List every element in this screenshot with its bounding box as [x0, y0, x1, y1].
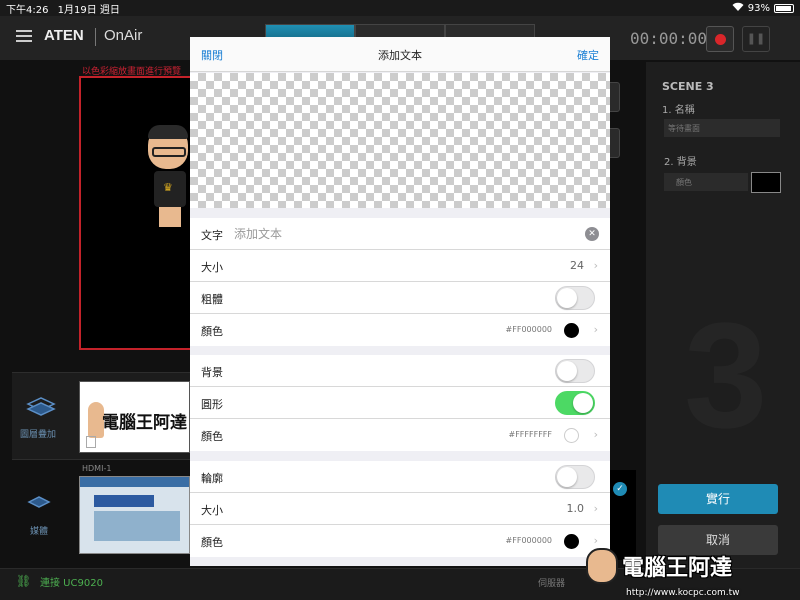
- layers-icon[interactable]: [22, 390, 60, 420]
- header-divider: [95, 28, 96, 46]
- outline-size-value: 1.0: [566, 502, 585, 515]
- outline-settings-group: 輪廓 大小 1.0 › 顏色 #FF000000 ›: [190, 461, 610, 557]
- execute-button[interactable]: 實行: [658, 484, 778, 514]
- status-time: 下午4:26: [6, 4, 49, 16]
- hdmi-thumbnail[interactable]: [79, 476, 190, 554]
- outline-toggle[interactable]: [555, 465, 595, 489]
- watermark-text: 電腦王阿達: [622, 556, 733, 581]
- background-row: 背景: [190, 355, 610, 387]
- background-color-swatch-dot: [564, 428, 579, 443]
- size-value: 24: [570, 259, 584, 272]
- battery-icon: [774, 3, 794, 13]
- chevron-right-icon: ›: [593, 259, 598, 272]
- chevron-right-icon: ›: [593, 534, 598, 547]
- bold-toggle[interactable]: [555, 286, 595, 310]
- battery-fill: [776, 5, 791, 11]
- outline-color-swatch: [564, 534, 579, 549]
- pause-button[interactable]: ❚❚: [742, 26, 770, 52]
- modal-nav-bar: 關閉 添加文本 確定: [190, 37, 610, 72]
- outline-size-row[interactable]: 大小 1.0 ›: [190, 493, 610, 525]
- scene-title: SCENE 3: [662, 80, 714, 93]
- checkmark-icon: ✓: [613, 482, 627, 496]
- background-toggle[interactable]: [555, 359, 595, 383]
- background-settings-group: 背景 圓形 顏色 #FFFFFFFF ›: [190, 355, 610, 451]
- media-label: 媒體: [30, 527, 49, 537]
- chevron-right-icon: ›: [593, 502, 598, 515]
- text-input[interactable]: [234, 225, 574, 243]
- link-icon: ⛓: [16, 574, 32, 588]
- background-type-select[interactable]: 顏色: [664, 173, 748, 191]
- modal-title: 添加文本: [378, 49, 422, 62]
- background-color-row[interactable]: 顏色 #FFFFFFFF ›: [190, 419, 610, 451]
- outline-color-row[interactable]: 顏色 #FF000000 ›: [190, 525, 610, 557]
- watermark-mascot: [586, 548, 618, 584]
- battery-percent: 93%: [747, 2, 770, 14]
- rounded-toggle[interactable]: [555, 391, 595, 415]
- record-timer: 00:00:00: [630, 29, 708, 48]
- hdmi-source-label: HDMI-1: [82, 464, 112, 473]
- scene-name-label: 1. 名稱: [662, 105, 695, 116]
- outline-color-hex: #FF000000: [505, 536, 552, 545]
- background-label: 背景: [201, 366, 223, 379]
- clear-text-icon[interactable]: ✕: [585, 227, 599, 241]
- wifi-icon: [732, 2, 744, 14]
- record-button[interactable]: [706, 26, 734, 52]
- rounded-row: 圓形: [190, 387, 610, 419]
- size-label: 大小: [201, 261, 223, 274]
- text-row: 文字 ✕: [190, 218, 610, 250]
- watermark-url: http://www.kocpc.com.tw: [626, 588, 740, 598]
- site-watermark: 電腦王阿達: [586, 548, 732, 584]
- text-settings-group: 文字 ✕ 大小 24 › 粗體 顏色 #FF000000 ›: [190, 218, 610, 346]
- background-color-swatch[interactable]: [751, 172, 781, 193]
- overlay-thumbnail-text: 電腦王阿達: [102, 413, 187, 433]
- add-text-modal: 關閉 添加文本 確定 文字 ✕ 大小 24 › 粗體 顏色 #FF000000 …: [190, 37, 610, 566]
- text-color-swatch: [564, 323, 579, 338]
- text-color-row[interactable]: 顏色 #FF000000 ›: [190, 314, 610, 346]
- background-color-hex: #FFFFFFFF: [508, 430, 552, 439]
- scene-name-input[interactable]: 等待畫面: [664, 119, 780, 137]
- modal-confirm-button[interactable]: 確定: [577, 47, 599, 63]
- chevron-right-icon: ›: [593, 428, 598, 441]
- hamburger-menu-icon[interactable]: [16, 30, 32, 42]
- status-right: 93%: [732, 2, 794, 14]
- product-name: OnAir: [104, 27, 143, 44]
- size-row[interactable]: 大小 24 ›: [190, 250, 610, 282]
- outline-row: 輪廓: [190, 461, 610, 493]
- outline-color-label: 顏色: [201, 536, 223, 549]
- mascot-avatar: ♛: [148, 125, 192, 230]
- background-color-label: 顏色: [201, 430, 223, 443]
- chevron-right-icon: ›: [593, 323, 598, 336]
- server-label: 伺服器: [538, 579, 566, 589]
- outline-label: 輪廓: [201, 472, 223, 485]
- bold-label: 粗體: [201, 293, 223, 306]
- status-bar: 下午4:26 1月19日 週日 93%: [0, 0, 800, 16]
- text-color-hex: #FF000000: [505, 325, 552, 334]
- scene-background-label: 2. 背景: [664, 157, 697, 168]
- layer-overlay-label: 圖層疊加: [20, 430, 57, 440]
- connection-status: 連接 UC9020: [40, 578, 103, 589]
- bold-row: 粗體: [190, 282, 610, 314]
- text-color-label: 顏色: [201, 325, 223, 338]
- scene-number: 3: [684, 291, 768, 459]
- text-label: 文字: [201, 229, 223, 242]
- rounded-label: 圓形: [201, 398, 223, 411]
- media-icon[interactable]: [24, 490, 54, 516]
- brand-logo: ATEN: [44, 27, 84, 44]
- trash-icon[interactable]: [86, 436, 96, 448]
- status-date: 1月19日 週日: [57, 4, 120, 16]
- outline-size-label: 大小: [201, 504, 223, 517]
- text-preview-canvas: [190, 73, 610, 208]
- status-left: 下午4:26 1月19日 週日: [6, 1, 120, 16]
